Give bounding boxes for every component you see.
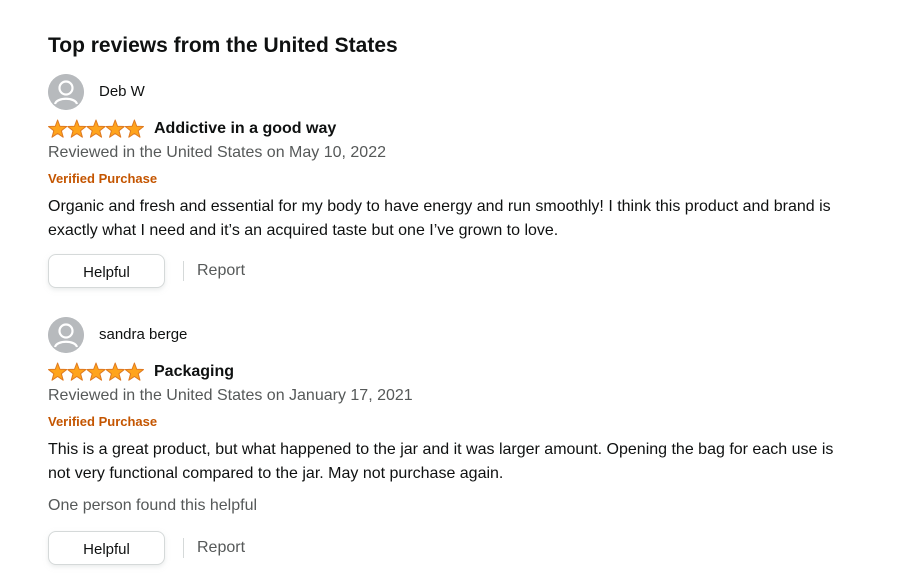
review-item: sandra berge Packaging Reviewed in the U… [48,317,868,565]
verified-purchase-badge: Verified Purchase [48,414,158,429]
reviewer-profile[interactable]: Deb W [48,74,868,112]
star-filled-icon [124,362,144,381]
review-body: This is a great product, but what happen… [48,441,834,482]
action-divider [183,261,184,281]
helpful-button[interactable]: Helpful [48,531,165,565]
reviewer-name[interactable]: sandra berge [99,326,187,343]
default-avatar-icon[interactable] [48,74,84,110]
helpful-button[interactable]: Helpful [48,254,165,288]
star-filled-icon [105,119,125,138]
star-filled-icon [48,362,68,381]
star-filled-icon [124,119,144,138]
star-filled-icon [48,119,68,138]
action-divider [183,538,184,558]
verified-purchase-badge: Verified Purchase [48,171,158,186]
section-title: Top reviews from the United States [48,34,398,58]
default-avatar-icon[interactable] [48,317,84,353]
star-rating-icon[interactable] [48,119,144,139]
review-date: Reviewed in the United States on May 10,… [48,144,386,161]
helpful-count-text: One person found this helpful [48,497,258,514]
review-date: Reviewed in the United States on January… [48,387,413,404]
report-link[interactable]: Report [197,539,245,557]
review-body: Organic and fresh and essential for my b… [48,198,831,239]
report-link[interactable]: Report [197,262,245,280]
review-title[interactable]: Addictive in a good way [154,120,336,138]
star-filled-icon [105,362,125,381]
star-filled-icon [86,119,106,138]
reviewer-profile[interactable]: sandra berge [48,317,868,355]
review-title[interactable]: Packaging [154,363,234,381]
star-filled-icon [67,362,87,381]
star-rating-icon[interactable] [48,362,144,382]
reviewer-name[interactable]: Deb W [99,83,145,100]
review-item: Deb W Addictive in a good way Reviewed i… [48,74,868,288]
star-filled-icon [67,119,87,138]
star-filled-icon [86,362,106,381]
